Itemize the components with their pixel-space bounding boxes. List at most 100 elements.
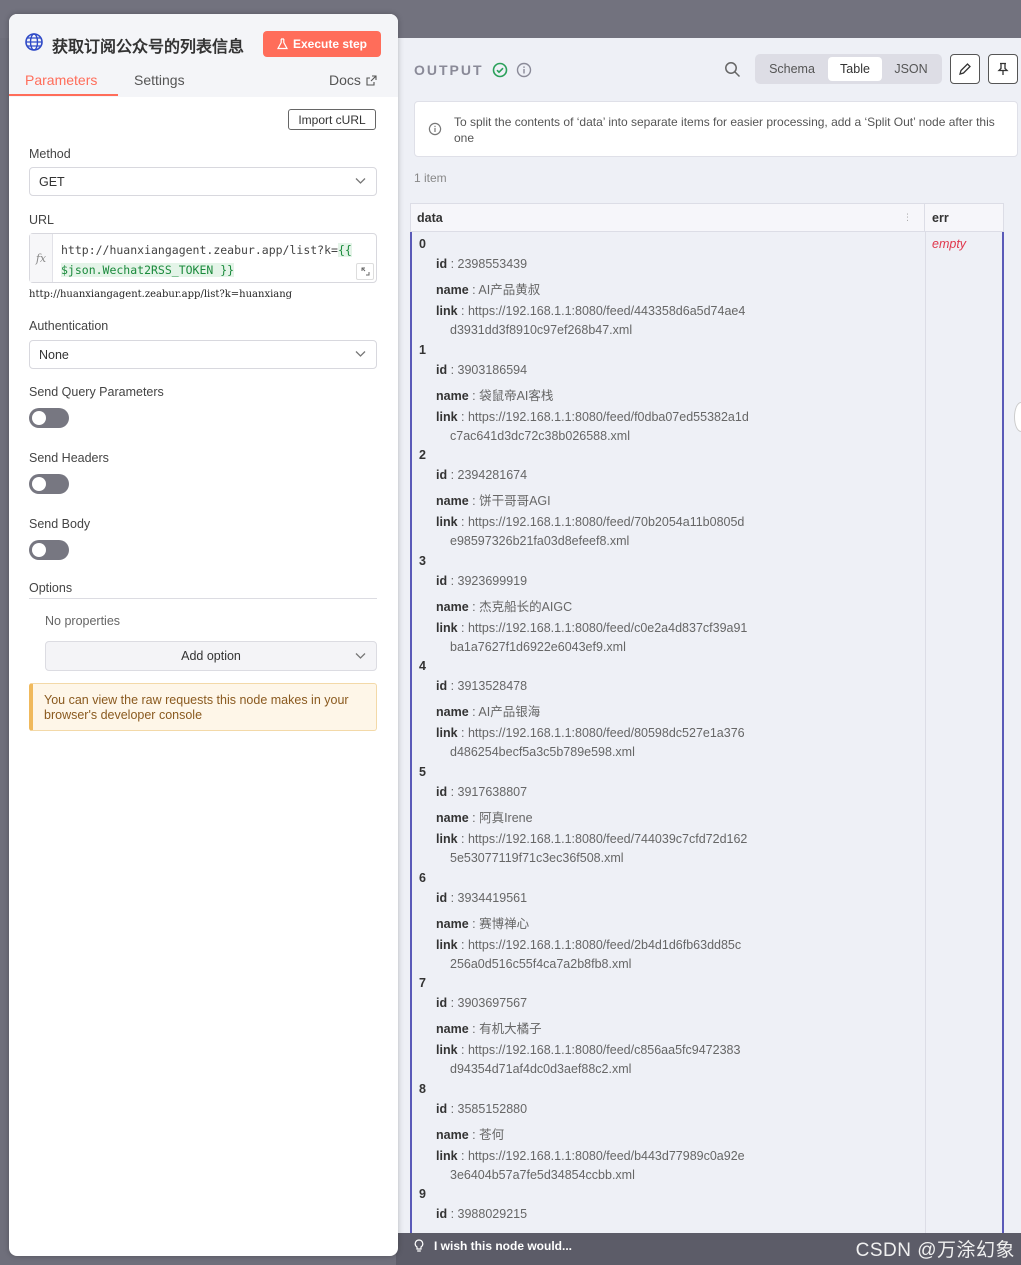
search-icon[interactable]: [724, 61, 741, 78]
output-title: OUTPUT: [414, 62, 484, 78]
field-id: id : 3913528478: [436, 679, 528, 694]
chevron-down-icon: [355, 351, 366, 357]
view-table-tab[interactable]: Table: [828, 57, 882, 81]
url-expression-open: {{: [337, 243, 352, 257]
wish-link[interactable]: I wish this node would...: [414, 1239, 572, 1253]
key-id: id: [436, 1207, 448, 1222]
key-name: name: [436, 283, 469, 297]
view-schema-tab[interactable]: Schema: [759, 57, 825, 81]
info-icon: [428, 122, 442, 136]
field-name: name : 饼干哥哥AGI: [436, 494, 551, 509]
url-expression-body: $json.Wechat2RSS_TOKEN }}: [61, 263, 235, 277]
view-switcher: Schema Table JSON: [755, 54, 942, 84]
authentication-label: Authentication: [29, 319, 109, 333]
key-link: link: [436, 1148, 458, 1163]
value-link-part2: c7ac641d3dc72c38b026588.xml: [450, 428, 630, 443]
key-link: link: [436, 937, 458, 952]
value-link-part2: 3e6404b57a7fe5d34854ccbb.xml: [450, 1167, 635, 1182]
watermark: CSDN @万涂幻象: [855, 1240, 1015, 1261]
pin-icon: [997, 62, 1009, 75]
column-divider: [925, 232, 926, 1233]
tab-parameters[interactable]: Parameters: [25, 72, 97, 88]
table-header: data ⋮ err: [410, 203, 1004, 232]
key-id: id: [436, 784, 448, 799]
field-link: link : https://192.168.1.1:8080/feed/443…: [436, 302, 766, 340]
active-tab-indicator: [9, 94, 118, 96]
add-option-label: Add option: [181, 649, 241, 663]
method-select[interactable]: GET: [29, 167, 377, 196]
err-cell-value: empty: [932, 237, 967, 251]
options-divider: [29, 598, 377, 599]
import-curl-button[interactable]: Import cURL: [288, 109, 376, 130]
add-option-button[interactable]: Add option: [45, 641, 377, 671]
field-link: link : https://192.168.1.1:8080/feed/805…: [436, 724, 766, 762]
authentication-value: None: [39, 347, 69, 362]
pin-data-button[interactable]: [988, 54, 1018, 84]
url-input[interactable]: fx http://huanxiangagent.zeabur.app/list…: [29, 233, 377, 283]
tab-settings[interactable]: Settings: [134, 72, 185, 88]
output-header: OUTPUT: [414, 62, 532, 78]
edit-output-button[interactable]: [950, 54, 980, 84]
value-id: 3903697567: [457, 996, 528, 1011]
value-id: 3913528478: [457, 679, 528, 694]
value-name: AI产品黄叔: [478, 283, 541, 297]
panel-header: 获取订阅公众号的列表信息 Execute step Parameters Set…: [9, 14, 398, 97]
value-id: 3903186594: [457, 362, 528, 377]
success-check-icon: [492, 62, 507, 78]
items-count: 1 item: [414, 171, 447, 185]
field-link: link : https://192.168.1.1:8080/feed/c0e…: [436, 619, 766, 657]
list-item: 6 id : 3934419561 name : 赛博禅心 link : https:…: [419, 871, 919, 977]
value-name: 阿真Irene: [479, 810, 533, 825]
expand-editor-icon[interactable]: [356, 263, 374, 280]
item-index: 2: [419, 448, 426, 463]
key-link: link: [436, 620, 458, 635]
value-link-part2: ba1a7627f1d6922e6043ef9.xml: [450, 639, 626, 654]
value-id: 3917638807: [457, 784, 528, 799]
column-header-err[interactable]: err: [932, 211, 949, 225]
key-name: name: [436, 494, 469, 509]
value-link-part1: https://192.168.1.1:8080/feed/c856aa5fc9…: [467, 1043, 741, 1058]
item-index: 3: [419, 553, 426, 568]
item-index: 8: [419, 1081, 426, 1096]
pencil-icon: [959, 63, 971, 75]
item-index: 1: [419, 342, 426, 357]
value-id: 3988029215: [457, 1207, 528, 1222]
panel-edge-handle[interactable]: [1014, 402, 1021, 432]
key-name: name: [436, 388, 469, 403]
item-index: 9: [419, 1187, 426, 1202]
sort-handle-icon[interactable]: ⋮: [903, 212, 912, 223]
url-label: URL: [29, 213, 55, 227]
view-json-tab[interactable]: JSON: [885, 57, 937, 81]
key-id: id: [436, 996, 448, 1011]
send-headers-toggle[interactable]: [29, 474, 69, 494]
field-id: id : 3934419561: [436, 890, 528, 905]
docs-link[interactable]: Docs: [329, 72, 377, 88]
column-divider: [924, 204, 925, 232]
field-name: name : 袋鼠帝AI客栈: [436, 388, 554, 403]
key-name: name: [436, 1127, 469, 1142]
list-item: 0 id : 2398553439 name : AI产品黄叔 link : http…: [419, 237, 919, 343]
column-header-data[interactable]: data: [417, 211, 443, 225]
execute-step-button[interactable]: Execute step: [263, 31, 381, 57]
options-label: Options: [29, 581, 73, 595]
authentication-select[interactable]: None: [29, 340, 377, 369]
field-id: id : 3923699919: [436, 573, 528, 588]
key-link: link: [436, 515, 458, 530]
field-link: link : https://192.168.1.1:8080/feed/2b4…: [436, 936, 766, 974]
list-item: 3 id : 3923699919 name : 杰克船长的AIGC link : h…: [419, 554, 919, 660]
value-link-part2: 256a0d516c55f4ca7a2b8fb8.xml: [450, 956, 632, 971]
field-name: name : 杰克船长的AIGC: [436, 599, 573, 614]
no-properties-text: No properties: [45, 614, 121, 628]
info-icon[interactable]: [516, 62, 532, 78]
method-label: Method: [29, 147, 71, 161]
item-index: 7: [419, 976, 426, 991]
send-body-toggle[interactable]: [29, 540, 69, 560]
field-link: link : https://192.168.1.1:8080/feed/f0d…: [436, 408, 766, 446]
value-link-part1: https://192.168.1.1:8080/feed/2b4d1d6fb6…: [467, 937, 742, 952]
field-id: id : 2394281674: [436, 468, 528, 483]
send-headers-label: Send Headers: [29, 451, 109, 465]
send-query-toggle[interactable]: [29, 408, 69, 428]
value-name: 杰克船长的AIGC: [479, 599, 573, 614]
node-title[interactable]: 获取订阅公众号的列表信息: [52, 33, 244, 57]
key-link: link: [436, 1043, 458, 1058]
